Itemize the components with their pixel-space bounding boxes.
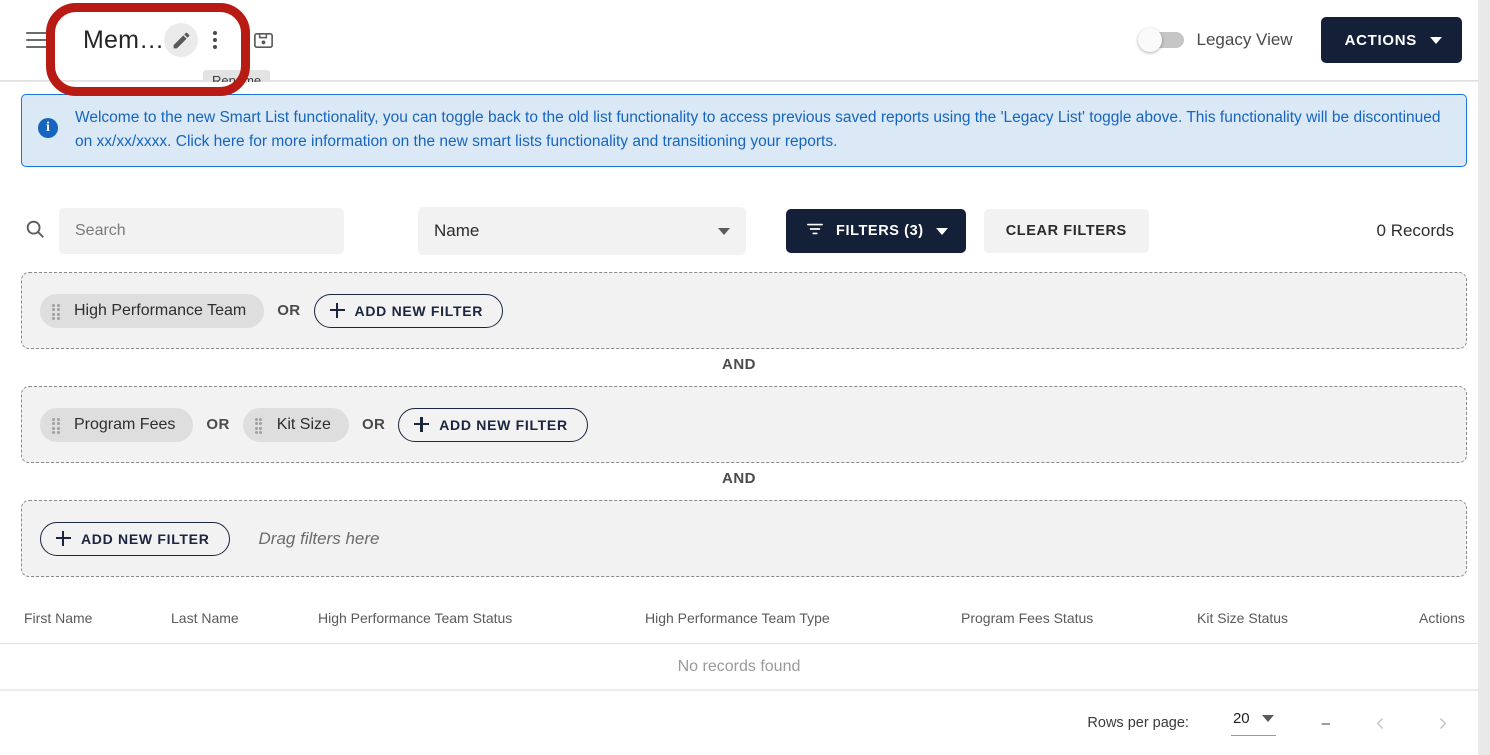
legacy-view-label: Legacy View	[1196, 30, 1293, 49]
column-header-kit-size-status[interactable]: Kit Size Status	[1197, 610, 1288, 626]
column-header-last-name[interactable]: Last Name	[171, 610, 239, 626]
drag-handle-icon[interactable]	[52, 417, 63, 434]
plus-icon	[414, 417, 430, 432]
chevron-right-icon[interactable]	[1430, 711, 1454, 735]
add-new-filter-label: ADD NEW FILTER	[354, 302, 484, 319]
app-root: Mem… Rename Legacy View ACTIONS i Welcom…	[0, 0, 1490, 755]
search-input[interactable]	[59, 208, 344, 254]
filter-chip-label: Program Fees	[74, 415, 176, 433]
filter-toolbar: Name FILTERS (3) CLEAR FILTERS 0 Records	[0, 200, 1478, 262]
info-icon: i	[38, 118, 58, 138]
plus-icon	[329, 303, 345, 318]
add-new-filter-button[interactable]: ADD NEW FILTER	[40, 521, 230, 556]
chevron-down-icon	[1430, 36, 1442, 44]
field-select-value: Name	[418, 207, 746, 255]
drag-filters-hint: Drag filters here	[258, 528, 380, 548]
filters-button-label: FILTERS (3)	[836, 223, 924, 239]
field-select[interactable]: Name	[418, 207, 746, 255]
info-banner: i Welcome to the new Smart List function…	[21, 94, 1467, 167]
header-right-controls: Legacy View ACTIONS	[1137, 17, 1479, 63]
clear-filters-button[interactable]: CLEAR FILTERS	[983, 209, 1149, 253]
chevron-down-icon	[935, 227, 948, 235]
filter-chip[interactable]: Kit Size	[242, 407, 349, 442]
filter-group[interactable]: High Performance Team OR ADD NEW FILTER	[21, 272, 1467, 349]
filter-group[interactable]: Program Fees OR Kit Size OR ADD NEW FILT…	[21, 386, 1467, 463]
pagination-range: –	[1321, 714, 1330, 732]
rows-per-page-value: 20	[1232, 710, 1250, 727]
actions-button-label: ACTIONS	[1344, 31, 1417, 49]
filter-icon	[806, 221, 824, 241]
or-separator: OR	[277, 302, 301, 319]
filter-group-dropzone[interactable]: ADD NEW FILTER Drag filters here	[21, 500, 1467, 577]
toggle-knob	[1137, 28, 1162, 52]
pagination-bar: Rows per page: 20 –	[0, 690, 1478, 755]
drag-handle-icon[interactable]	[254, 417, 266, 434]
kebab-dots	[213, 31, 218, 49]
rows-per-page-label: Rows per page:	[1087, 715, 1189, 731]
page-body: i Welcome to the new Smart List function…	[0, 82, 1478, 755]
column-header-high-performance-team-type[interactable]: High Performance Team Type	[645, 610, 830, 626]
plus-icon	[56, 531, 71, 546]
records-count: 0 Records	[1376, 221, 1454, 240]
hamburger-menu-icon[interactable]	[26, 32, 48, 48]
filter-chip-label: High Performance Team	[74, 301, 247, 319]
actions-button[interactable]: ACTIONS	[1320, 17, 1462, 63]
filter-chip[interactable]: High Performance Team	[40, 293, 265, 328]
filter-chip[interactable]: Program Fees	[40, 407, 194, 442]
page-title: Mem…	[83, 25, 165, 54]
title-block: Mem… Rename	[83, 23, 280, 92]
and-separator: AND	[722, 470, 756, 487]
chevron-down-icon	[718, 228, 730, 235]
add-new-filter-button[interactable]: ADD NEW FILTER	[313, 293, 504, 328]
search-icon	[24, 218, 46, 245]
rows-per-page-select[interactable]: 20	[1230, 710, 1276, 736]
drag-handle-icon[interactable]	[52, 303, 63, 320]
or-separator: OR	[361, 416, 386, 433]
add-new-filter-button[interactable]: ADD NEW FILTER	[398, 407, 588, 442]
column-header-high-performance-team-status[interactable]: High Performance Team Status	[318, 610, 512, 626]
add-new-filter-label: ADD NEW FILTER	[439, 416, 568, 433]
table-empty-state: No records found	[0, 644, 1478, 690]
column-header-program-fees-status[interactable]: Program Fees Status	[961, 610, 1093, 626]
info-banner-text: Welcome to the new Smart List functional…	[75, 109, 1441, 150]
table-header: First Name Last Name High Performance Te…	[0, 594, 1478, 644]
filters-button[interactable]: FILTERS (3)	[786, 209, 966, 253]
chevron-down-icon	[1261, 715, 1274, 722]
pencil-icon[interactable]	[164, 23, 199, 57]
column-header-actions[interactable]: Actions	[1419, 610, 1465, 626]
kebab-more-icon[interactable]	[198, 23, 232, 57]
app-header: Mem… Rename Legacy View ACTIONS	[0, 0, 1479, 92]
or-separator: OR	[206, 416, 230, 433]
chevron-left-icon[interactable]	[1368, 711, 1392, 735]
column-header-first-name[interactable]: First Name	[24, 610, 92, 626]
filter-chip-label: Kit Size	[276, 415, 331, 433]
save-disk-icon[interactable]	[246, 23, 280, 57]
legacy-view-toggle[interactable]	[1137, 28, 1184, 52]
add-new-filter-label: ADD NEW FILTER	[81, 530, 210, 547]
and-separator: AND	[722, 356, 756, 373]
